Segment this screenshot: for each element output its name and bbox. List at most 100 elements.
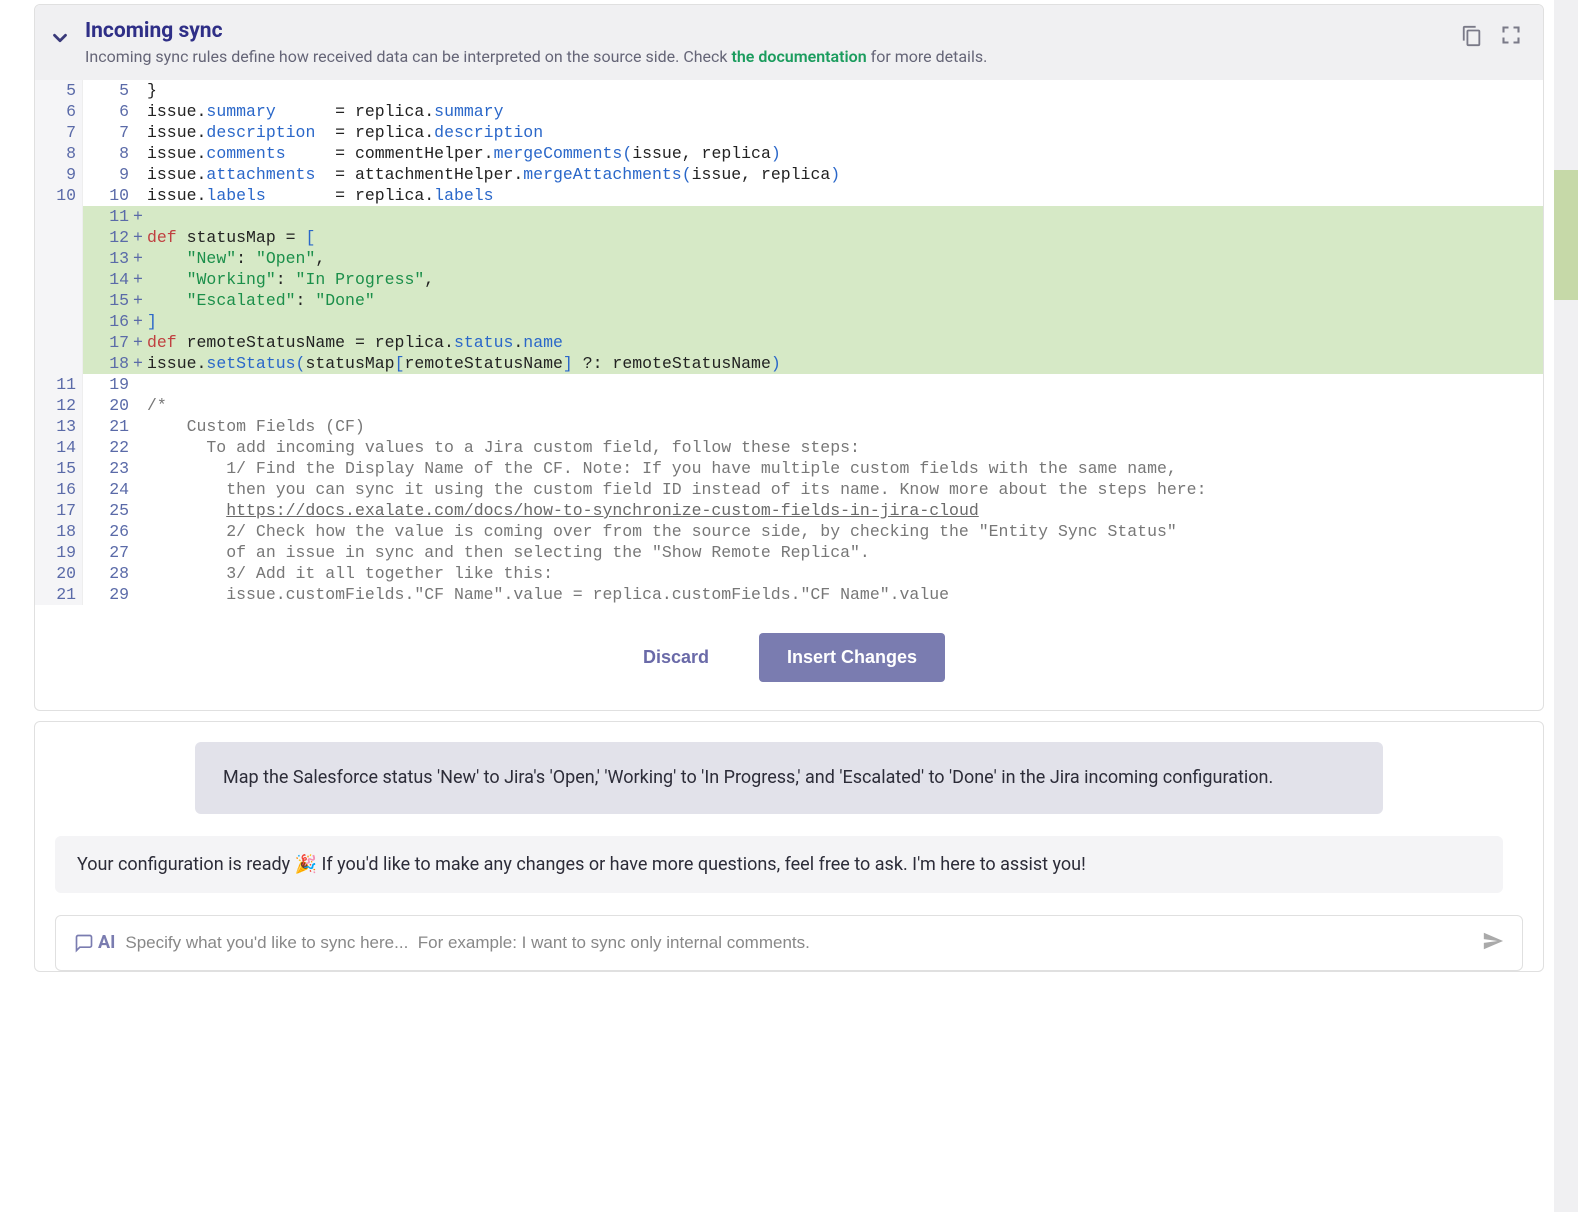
gutter-new: 13 xyxy=(83,248,131,269)
code-content: issue.summary = replica.summary xyxy=(145,101,1543,122)
code-content: "New": "Open", xyxy=(145,248,1543,269)
fullscreen-icon[interactable] xyxy=(1501,25,1521,51)
code-line[interactable]: 11+ xyxy=(35,206,1543,227)
diff-marker xyxy=(131,101,145,122)
code-line[interactable]: 77issue.description = replica.descriptio… xyxy=(35,122,1543,143)
code-line[interactable]: 1725 https://docs.exalate.com/docs/how-t… xyxy=(35,500,1543,521)
code-content: ] xyxy=(145,311,1543,332)
chat-input[interactable] xyxy=(125,933,1472,953)
code-line[interactable]: 55} xyxy=(35,80,1543,101)
code-line[interactable]: 1010 issue.labels = replica.labels xyxy=(35,185,1543,206)
code-content: } xyxy=(145,80,1543,101)
code-content: /* xyxy=(145,395,1543,416)
code-line[interactable]: 1321 Custom Fields (CF) xyxy=(35,416,1543,437)
code-line[interactable]: 2129 issue.customFields."CF Name".value … xyxy=(35,584,1543,605)
page-scrollbar-thumb[interactable] xyxy=(1554,170,1578,300)
incoming-sync-panel: Incoming sync Incoming sync rules define… xyxy=(34,4,1544,711)
gutter-old: 9 xyxy=(35,164,83,185)
gutter-old: 13 xyxy=(35,416,83,437)
gutter-new: 18 xyxy=(83,353,131,374)
diff-marker xyxy=(131,584,145,605)
code-content: "Escalated": "Done" xyxy=(145,290,1543,311)
code-line[interactable]: 1826 2/ Check how the value is coming ov… xyxy=(35,521,1543,542)
subtitle-prefix: Incoming sync rules define how received … xyxy=(85,47,732,66)
gutter-old xyxy=(35,290,83,311)
ai-label: AI xyxy=(74,932,115,953)
gutter-old: 6 xyxy=(35,101,83,122)
insert-changes-button[interactable]: Insert Changes xyxy=(759,633,945,682)
gutter-old: 7 xyxy=(35,122,83,143)
code-line[interactable]: 16+] xyxy=(35,311,1543,332)
gutter-old: 14 xyxy=(35,437,83,458)
gutter-new: 7 xyxy=(83,122,131,143)
code-line[interactable]: 1119 xyxy=(35,374,1543,395)
collapse-icon[interactable] xyxy=(49,27,71,53)
code-content: issue.comments = commentHelper.mergeComm… xyxy=(145,143,1543,164)
gutter-old xyxy=(35,332,83,353)
gutter-old: 11 xyxy=(35,374,83,395)
code-content: issue.setStatus(statusMap[remoteStatusNa… xyxy=(145,353,1543,374)
code-line[interactable]: 66 issue.summary = replica.summary xyxy=(35,101,1543,122)
code-content xyxy=(145,206,1543,227)
diff-marker xyxy=(131,416,145,437)
gutter-new: 10 xyxy=(83,185,131,206)
code-line[interactable]: 17+def remoteStatusName = replica.status… xyxy=(35,332,1543,353)
gutter-new: 28 xyxy=(83,563,131,584)
gutter-old: 18 xyxy=(35,521,83,542)
code-line[interactable]: 1523 1/ Find the Display Name of the CF.… xyxy=(35,458,1543,479)
copy-icon[interactable] xyxy=(1461,25,1483,51)
gutter-new: 20 xyxy=(83,395,131,416)
code-line[interactable]: 2028 3/ Add it all together like this: xyxy=(35,563,1543,584)
diff-marker xyxy=(131,437,145,458)
diff-marker xyxy=(131,542,145,563)
code-line[interactable]: 1624 then you can sync it using the cust… xyxy=(35,479,1543,500)
chat-panel: Map the Salesforce status 'New' to Jira'… xyxy=(34,721,1544,972)
code-line[interactable]: 15+ "Escalated": "Done" xyxy=(35,290,1543,311)
gutter-new: 6 xyxy=(83,101,131,122)
gutter-new: 15 xyxy=(83,290,131,311)
diff-marker: + xyxy=(131,248,145,269)
code-content xyxy=(145,374,1543,395)
code-line[interactable]: 1220 /* xyxy=(35,395,1543,416)
gutter-old xyxy=(35,353,83,374)
diff-marker xyxy=(131,143,145,164)
gutter-new: 9 xyxy=(83,164,131,185)
code-line[interactable]: 88issue.comments = commentHelper.mergeCo… xyxy=(35,143,1543,164)
gutter-new: 5 xyxy=(83,80,131,101)
diff-marker xyxy=(131,80,145,101)
gutter-old xyxy=(35,311,83,332)
gutter-old: 17 xyxy=(35,500,83,521)
code-line[interactable]: 99issue.attachments = attachmentHelper.m… xyxy=(35,164,1543,185)
gutter-new: 17 xyxy=(83,332,131,353)
code-editor[interactable]: 55}66issue.summary = replica.summary77is… xyxy=(35,80,1543,605)
discard-button[interactable]: Discard xyxy=(633,633,719,682)
code-line[interactable]: 12+def statusMap = [ xyxy=(35,227,1543,248)
code-line[interactable]: 14+ "Working": "In Progress", xyxy=(35,269,1543,290)
code-content: 1/ Find the Display Name of the CF. Note… xyxy=(145,458,1543,479)
gutter-old: 5 xyxy=(35,80,83,101)
code-line[interactable]: 1422 To add incoming values to a Jira cu… xyxy=(35,437,1543,458)
code-content: "Working": "In Progress", xyxy=(145,269,1543,290)
diff-marker xyxy=(131,563,145,584)
diff-marker xyxy=(131,395,145,416)
code-line[interactable]: 13+ "New": "Open", xyxy=(35,248,1543,269)
gutter-old xyxy=(35,227,83,248)
gutter-old: 10 xyxy=(35,185,83,206)
gutter-new: 14 xyxy=(83,269,131,290)
gutter-new: 25 xyxy=(83,500,131,521)
gutter-new: 27 xyxy=(83,542,131,563)
diff-marker xyxy=(131,458,145,479)
gutter-new: 24 xyxy=(83,479,131,500)
code-line[interactable]: 18+issue.setStatus(statusMap[remoteStatu… xyxy=(35,353,1543,374)
diff-marker xyxy=(131,374,145,395)
gutter-old: 15 xyxy=(35,458,83,479)
gutter-new: 12 xyxy=(83,227,131,248)
send-icon[interactable] xyxy=(1482,930,1504,956)
code-content: issue.labels = replica.labels xyxy=(145,185,1543,206)
code-content: https://docs.exalate.com/docs/how-to-syn… xyxy=(145,500,1543,521)
code-line[interactable]: 1927 of an issue in sync and then select… xyxy=(35,542,1543,563)
user-message: Map the Salesforce status 'New' to Jira'… xyxy=(195,742,1383,814)
documentation-link[interactable]: the documentation xyxy=(732,47,867,66)
code-content: then you can sync it using the custom fi… xyxy=(145,479,1543,500)
gutter-old: 12 xyxy=(35,395,83,416)
